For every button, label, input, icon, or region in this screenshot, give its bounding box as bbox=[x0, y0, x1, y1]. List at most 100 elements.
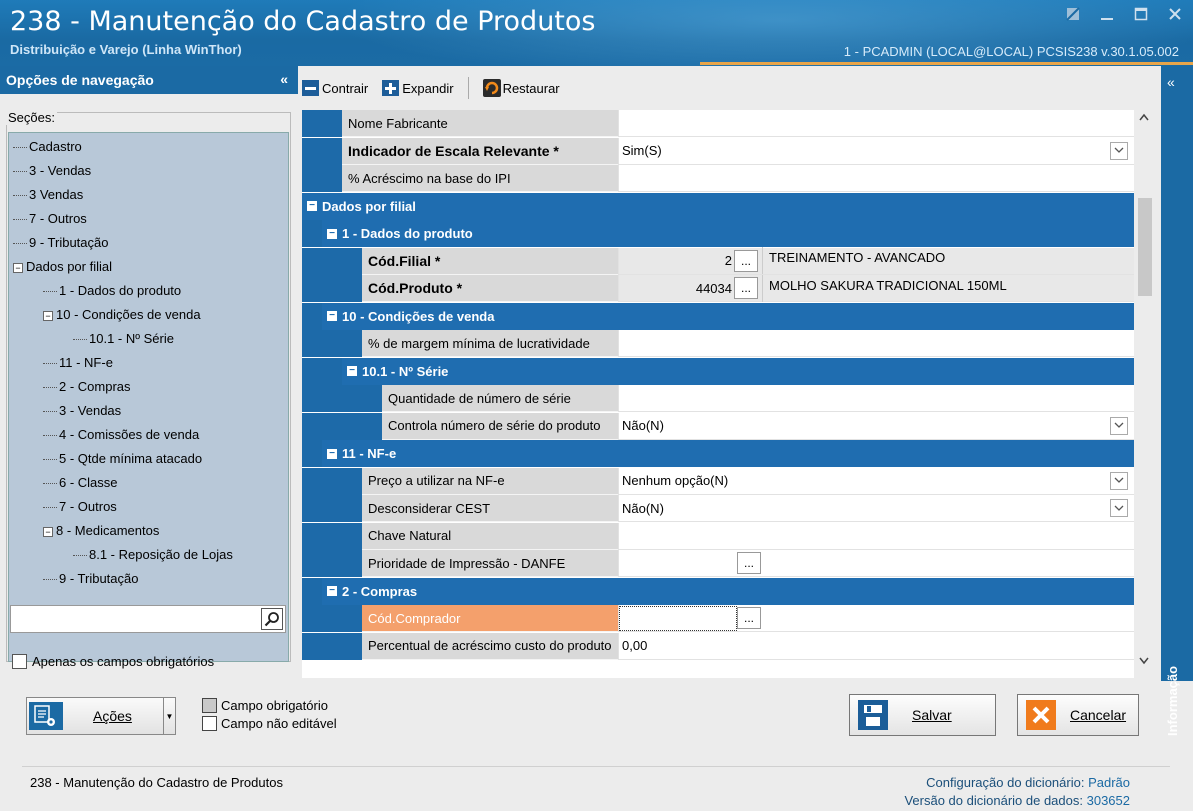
text-field[interactable] bbox=[618, 110, 1134, 137]
text-field[interactable] bbox=[618, 522, 1134, 550]
tree-item[interactable]: −8 - Medicamentos bbox=[9, 519, 288, 543]
field-label: Percentual de acréscimo custo do produto bbox=[362, 632, 618, 660]
category-header[interactable]: −10 - Condições de venda bbox=[322, 302, 1134, 330]
search-icon[interactable] bbox=[261, 608, 283, 630]
tree-item-label: 6 - Classe bbox=[59, 475, 118, 490]
lookup-description: TREINAMENTO - AVANCADO bbox=[762, 247, 945, 274]
field-label: Controla número de série do produto bbox=[382, 412, 618, 440]
expand-button[interactable]: Expandir bbox=[382, 79, 454, 97]
lookup-button[interactable]: ... bbox=[734, 249, 758, 272]
lookup-input[interactable] bbox=[619, 551, 737, 576]
info-panel[interactable]: « Informação bbox=[1161, 66, 1193, 736]
section-search-input[interactable] bbox=[10, 605, 286, 633]
collapse-category-icon[interactable]: − bbox=[327, 448, 337, 459]
lookup-code: 44034 bbox=[695, 280, 732, 296]
tree-connector bbox=[13, 219, 27, 221]
lookup-button[interactable]: ... bbox=[737, 607, 761, 629]
checkbox-box[interactable] bbox=[12, 654, 27, 669]
category-header[interactable]: −2 - Compras bbox=[322, 577, 1134, 605]
tree-item[interactable]: 3 - Vendas bbox=[9, 159, 288, 183]
close-icon[interactable] bbox=[1167, 6, 1183, 22]
lookup-button[interactable]: ... bbox=[737, 552, 761, 574]
restore-button[interactable]: Restaurar bbox=[482, 79, 560, 97]
tree-item[interactable]: −10 - Condições de venda bbox=[9, 303, 288, 327]
collapse-info-icon[interactable]: « bbox=[1167, 74, 1175, 90]
collapse-button[interactable]: Contrair bbox=[302, 79, 368, 97]
text-field[interactable] bbox=[618, 165, 1134, 192]
tree-item[interactable]: 9 - Tributação bbox=[9, 231, 288, 255]
lookup-field[interactable]: 44034... MOLHO SAKURA TRADICIONAL 150ML bbox=[618, 274, 1134, 302]
grid-field-row: Preço a utilizar na NF-e Nenhum opção(N) bbox=[302, 467, 1134, 495]
tree-item[interactable]: 7 - Outros bbox=[9, 495, 288, 519]
lookup-field[interactable]: 2... TREINAMENTO - AVANCADO bbox=[618, 247, 1134, 275]
actions-dropdown-icon[interactable]: ▼ bbox=[163, 698, 175, 734]
text-field[interactable] bbox=[618, 330, 1134, 357]
actions-button[interactable]: Ações ▼ bbox=[26, 697, 176, 735]
save-button[interactable]: Salvar bbox=[849, 694, 996, 736]
field-label: Desconsiderar CEST bbox=[362, 495, 618, 522]
field-label: Prioridade de Impressão - DANFE bbox=[362, 550, 618, 577]
category-header[interactable]: − Dados por filial bbox=[302, 192, 1134, 220]
text-field[interactable] bbox=[618, 385, 1134, 412]
field-label: Nome Fabricante bbox=[342, 110, 618, 137]
dropdown-field[interactable]: Não(N) bbox=[618, 495, 1134, 522]
category-header[interactable]: −1 - Dados do produto bbox=[322, 220, 1134, 247]
tree-item[interactable]: 9 - Tributação bbox=[9, 567, 288, 591]
scroll-down-icon[interactable] bbox=[1138, 656, 1150, 669]
tree-item[interactable]: 1 - Dados do produto bbox=[9, 279, 288, 303]
grid-scrollbar[interactable] bbox=[1134, 110, 1158, 678]
category-header[interactable]: −11 - NF-e bbox=[322, 440, 1134, 467]
tree-item[interactable]: 10.1 - Nº Série bbox=[9, 327, 288, 351]
lookup-button[interactable]: ... bbox=[734, 277, 758, 299]
collapse-category-icon[interactable]: − bbox=[327, 586, 337, 596]
dropdown-field[interactable]: Nenhum opção(N) bbox=[618, 467, 1134, 495]
text-field[interactable]: 0,00 bbox=[618, 632, 1134, 660]
legend-readonly-label: Campo não editável bbox=[221, 715, 337, 731]
scroll-thumb[interactable] bbox=[1138, 198, 1152, 296]
tree-collapse-icon[interactable]: − bbox=[13, 262, 23, 273]
category-label: 10.1 - Nº Série bbox=[362, 363, 449, 379]
collapse-nav-icon[interactable]: « bbox=[280, 71, 288, 87]
chevron-down-icon[interactable] bbox=[1110, 471, 1128, 490]
tree-item[interactable]: 5 - Qtde mínima atacado bbox=[9, 447, 288, 471]
lookup-field[interactable]: ... bbox=[618, 605, 1134, 632]
scroll-up-icon[interactable] bbox=[1138, 112, 1150, 125]
tree-item[interactable]: 4 - Comissões de venda bbox=[9, 423, 288, 447]
readonly-swatch bbox=[202, 715, 217, 731]
tree-item[interactable]: 2 - Compras bbox=[9, 375, 288, 399]
dropdown-field[interactable]: Não(N) bbox=[618, 412, 1134, 440]
cancel-button[interactable]: Cancelar bbox=[1017, 694, 1139, 736]
tree-item[interactable]: 7 - Outros bbox=[9, 207, 288, 231]
lookup-input[interactable] bbox=[619, 605, 737, 631]
chevron-down-icon[interactable] bbox=[1110, 416, 1128, 435]
maximize-icon[interactable] bbox=[1133, 6, 1149, 22]
field-value: Não(N) bbox=[622, 418, 664, 433]
collapse-category-icon[interactable]: − bbox=[327, 311, 337, 321]
tree-item[interactable]: − Dados por filial bbox=[9, 255, 288, 279]
tree-item[interactable]: 11 - NF-e bbox=[9, 351, 288, 375]
tree-item[interactable]: 3 Vendas bbox=[9, 183, 288, 207]
tree-item[interactable]: 3 - Vendas bbox=[9, 399, 288, 423]
tree-item[interactable]: Cadastro bbox=[9, 135, 288, 159]
collapse-category-icon[interactable]: − bbox=[307, 201, 317, 211]
category-header[interactable]: −10.1 - Nº Série bbox=[342, 357, 1134, 385]
collapse-category-icon[interactable]: − bbox=[327, 228, 337, 239]
chevron-down-icon[interactable] bbox=[1110, 141, 1128, 160]
collapse-category-icon[interactable]: − bbox=[347, 366, 357, 376]
tree-item[interactable]: 8.1 - Reposição de Lojas bbox=[9, 543, 288, 567]
chevron-down-icon[interactable] bbox=[1110, 499, 1128, 517]
grid-field-row: Prioridade de Impressão - DANFE... bbox=[302, 550, 1134, 577]
grid-category-row: − Dados por filial bbox=[302, 192, 1134, 220]
tree-collapse-icon[interactable]: − bbox=[43, 526, 53, 537]
only-required-checkbox[interactable]: Apenas os campos obrigatórios bbox=[12, 654, 214, 669]
legend-required-label: Campo obrigatório bbox=[221, 697, 328, 713]
restore-icon[interactable] bbox=[1065, 6, 1081, 22]
save-label: Salvar bbox=[912, 707, 952, 723]
dropdown-field[interactable]: Sim(S) bbox=[618, 137, 1134, 165]
grid-field-row: Quantidade de número de série bbox=[302, 385, 1134, 412]
tree-collapse-icon[interactable]: − bbox=[43, 310, 53, 321]
tree-item[interactable]: 6 - Classe bbox=[9, 471, 288, 495]
minimize-icon[interactable] bbox=[1099, 6, 1115, 22]
tree-connector bbox=[43, 291, 57, 293]
lookup-field[interactable]: ... bbox=[618, 550, 1134, 577]
